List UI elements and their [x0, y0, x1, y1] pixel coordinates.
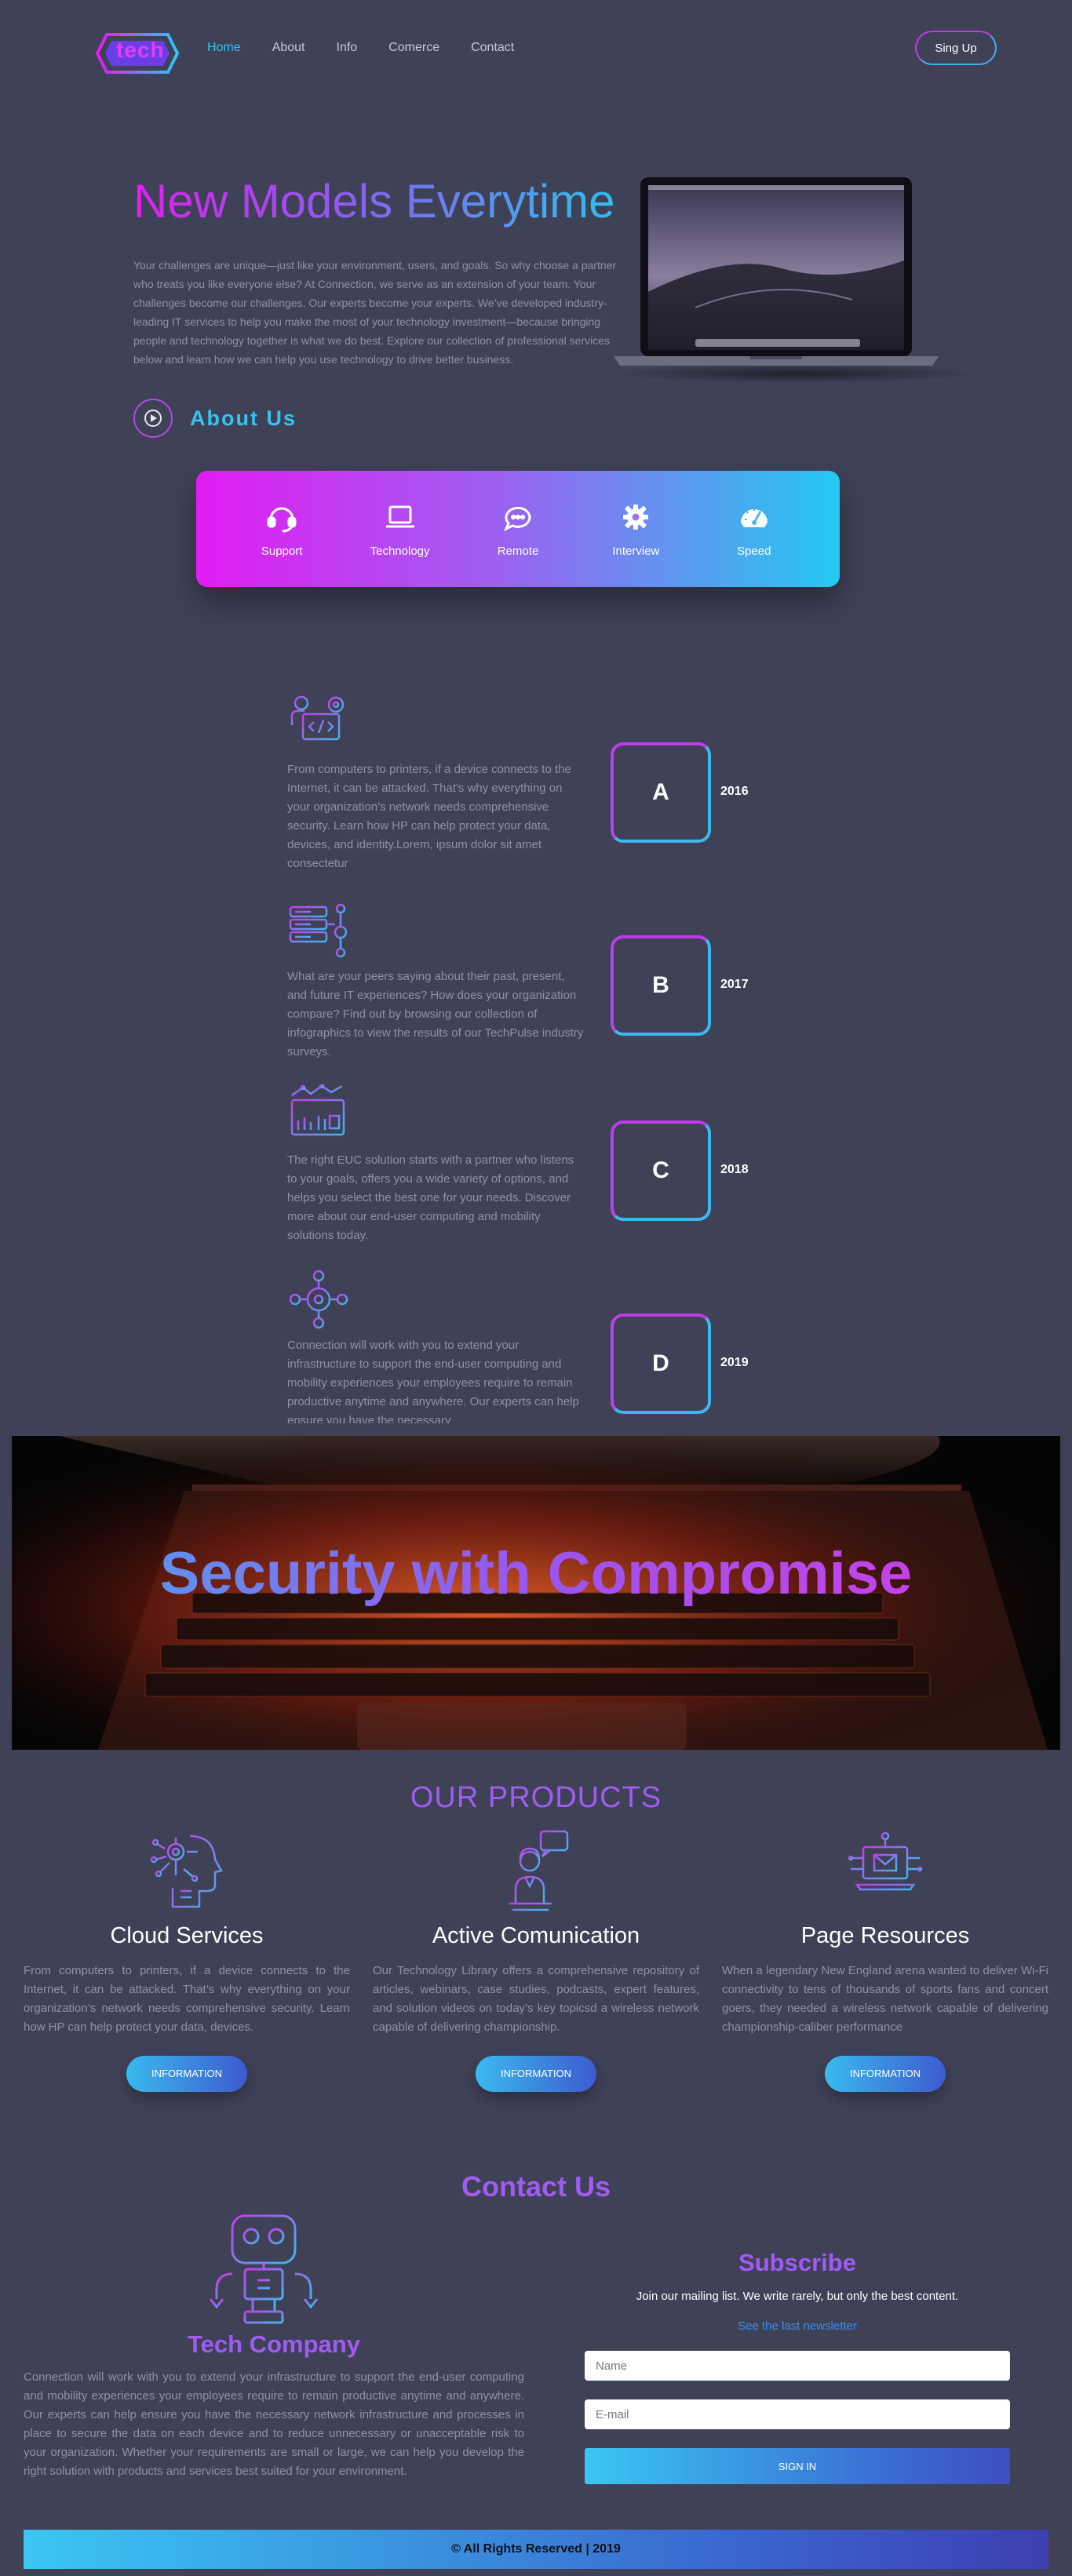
timeline-box-b: B	[611, 935, 711, 1036]
information-button[interactable]: INFORMATION	[825, 2056, 946, 2092]
support-agent-icon	[509, 1830, 569, 1911]
product-card: Page Resources When a legendary New Engl…	[722, 1828, 1048, 2092]
timeline-text: What are your peers saying about their p…	[287, 970, 584, 1058]
company-text: Connection will work with you to extend …	[24, 2370, 524, 2478]
product-text: Our Technology Library offers a comprehe…	[373, 1964, 699, 2034]
newsletter-link[interactable]: See the last newsletter	[585, 2319, 1010, 2333]
product-text: When a legendary New England arena wante…	[722, 1964, 1048, 2034]
nav-link-info[interactable]: Info	[337, 41, 358, 55]
timeline-text: The right EUC solution starts with a par…	[287, 1153, 574, 1242]
network-icon	[289, 1270, 348, 1329]
product-title: Cloud Services	[110, 1923, 264, 1948]
company-title: Tech Company	[188, 2330, 360, 2358]
feature-label: Interview	[612, 544, 660, 558]
play-button[interactable]	[133, 399, 173, 438]
sign-in-button[interactable]: SIGN IN	[585, 2448, 1010, 2484]
product-title: Page Resources	[800, 1923, 970, 1948]
logo-text: tech	[116, 38, 165, 62]
subscribe-title: Subscribe	[738, 2249, 856, 2276]
timeline-year: 2018	[720, 1163, 749, 1176]
about-us-label: About Us	[190, 406, 297, 430]
timeline-item: What are your peers saying about their p…	[287, 901, 585, 1062]
developer-icon	[290, 695, 345, 745]
timeline-year: 2016	[720, 785, 749, 798]
contact-heading: Contact Us	[461, 2170, 611, 2203]
laptop-image	[613, 177, 978, 383]
subscribe-text: Join our mailing list. We write rarely, …	[636, 2290, 959, 2303]
timeline-item: The right EUC solution starts with a par…	[287, 1083, 585, 1245]
information-button[interactable]: INFORMATION	[126, 2056, 247, 2092]
banner-title: Security with Compromise	[12, 1539, 1060, 1608]
gear-icon	[623, 504, 649, 530]
timeline-item: Connection will work with you to extend …	[287, 1270, 585, 1423]
timeline-text: Connection will work with you to extend …	[287, 1339, 579, 1423]
feature-label: Support	[261, 544, 303, 558]
headset-icon	[267, 507, 297, 532]
analytics-icon	[290, 1083, 345, 1136]
feature-label: Speed	[737, 544, 771, 558]
product-title: Active Comunication	[432, 1923, 640, 1948]
timeline-box-c: C	[611, 1120, 711, 1221]
feature-speed[interactable]: Speed	[707, 501, 801, 558]
about-us[interactable]: About Us	[133, 399, 297, 438]
robot-icon	[209, 2214, 319, 2324]
server-icon	[289, 903, 348, 958]
navbar: tech Home About Info Comerce Contact Sin…	[0, 0, 1072, 94]
product-card: Active Comunication Our Technology Libra…	[373, 1828, 699, 2092]
signup-button[interactable]: Sing Up	[915, 31, 997, 65]
product-card: Cloud Services From computers to printer…	[24, 1828, 350, 2092]
feature-label: Remote	[497, 544, 539, 558]
speedometer-icon	[740, 508, 768, 527]
product-text: From computers to printers, if a device …	[24, 1964, 350, 2034]
products-heading: OUR PRODUCTS	[410, 1781, 662, 1814]
timeline-box-d: D	[611, 1314, 711, 1414]
feature-support[interactable]: Support	[235, 501, 329, 558]
laptop-icon	[385, 505, 414, 527]
footer: © All Rights Reserved | 2019	[24, 2530, 1048, 2569]
feature-bar: Support Technology Remote Interview Spee…	[196, 471, 840, 587]
feature-interview[interactable]: Interview	[589, 501, 683, 558]
nav-link-home[interactable]: Home	[207, 41, 241, 55]
nav-link-contact[interactable]: Contact	[471, 41, 514, 55]
timeline-text: From computers to printers, if a device …	[287, 763, 571, 870]
laptop-mail-icon	[848, 1831, 923, 1891]
nav-link-about[interactable]: About	[272, 41, 305, 55]
chat-bubble-icon	[503, 506, 531, 531]
feature-technology[interactable]: Technology	[353, 501, 447, 558]
play-icon	[144, 410, 162, 427]
timeline-year: 2017	[720, 978, 749, 991]
feature-remote[interactable]: Remote	[471, 501, 565, 558]
security-banner: Security with Compromise	[12, 1436, 1060, 1750]
hero-text: Your challenges are unique—just like you…	[133, 259, 617, 366]
nav-links: Home About Info Comerce Contact	[207, 41, 545, 55]
hero-title: New Models Everytime	[133, 175, 615, 228]
information-button[interactable]: INFORMATION	[476, 2056, 596, 2092]
ai-head-icon	[150, 1835, 223, 1908]
nav-link-comerce[interactable]: Comerce	[388, 41, 439, 55]
email-field[interactable]	[585, 2399, 1010, 2429]
feature-label: Technology	[370, 544, 430, 558]
name-field[interactable]	[585, 2351, 1010, 2381]
timeline-box-a: A	[611, 742, 711, 843]
timeline-year: 2019	[720, 1356, 749, 1369]
timeline-item: From computers to printers, if a device …	[287, 694, 585, 873]
